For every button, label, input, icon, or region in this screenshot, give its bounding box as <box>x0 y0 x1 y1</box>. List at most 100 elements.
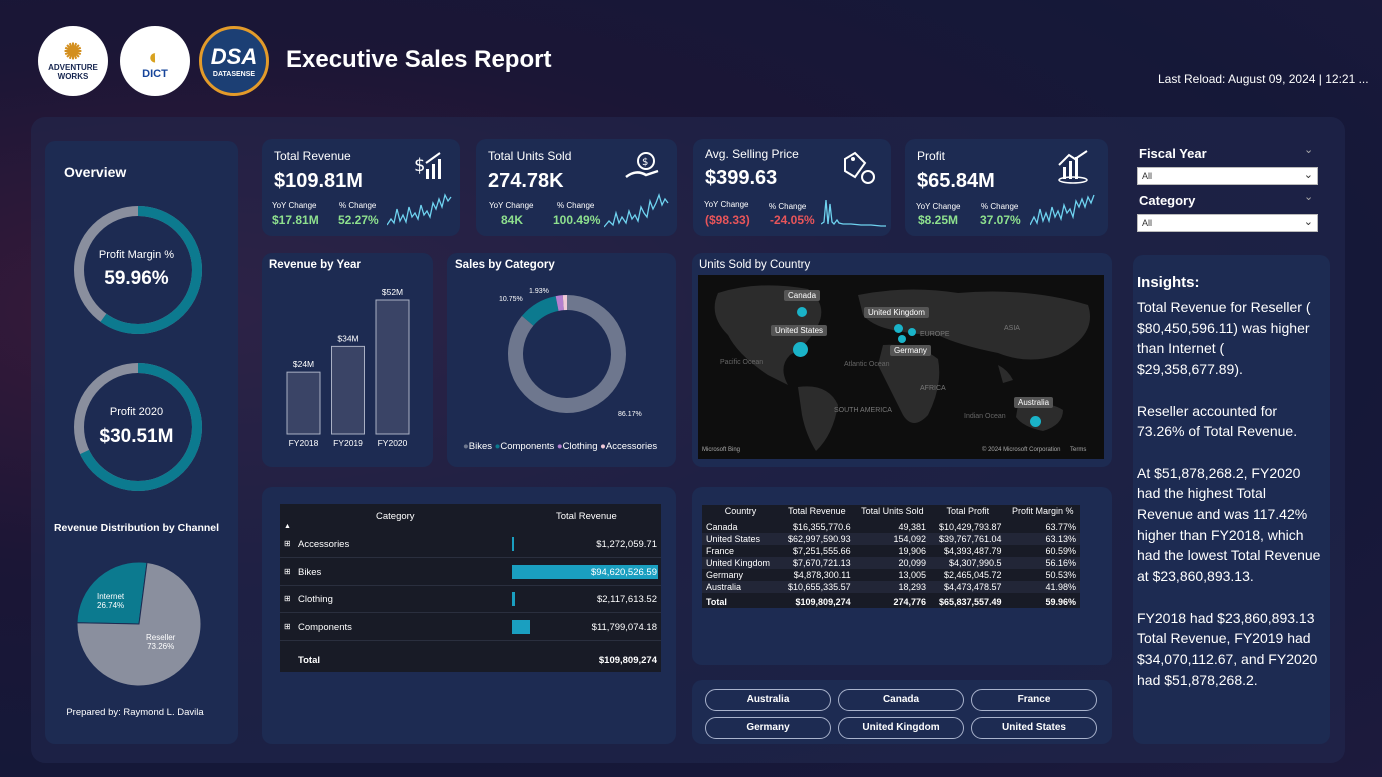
bar-category-label: FY2018 <box>289 438 319 448</box>
country-cell: France <box>706 546 735 556</box>
map-title: Units Sold by Country <box>699 259 811 271</box>
category-revenue: $11,799,074.18 <box>591 621 657 633</box>
country-row[interactable]: France $7,251,555.66 19,906 $4,393,487.79 60… <box>702 545 1080 557</box>
category-row[interactable]: ⊞ Bikes $94,620,526.59 <box>280 559 661 586</box>
bubble-canada[interactable] <box>797 307 807 317</box>
fiscal-year-dropdown[interactable]: All ⌄ <box>1137 167 1318 185</box>
country-cell: $7,670,721.13 <box>793 558 851 568</box>
category-row[interactable]: ⊞ Accessories $1,272,059.71 <box>280 531 661 558</box>
fiscal-year-clear-icon[interactable]: ⌄ <box>1304 143 1313 156</box>
expand-icon[interactable]: ⊞ <box>284 622 291 631</box>
kpi-value: $109.81M <box>274 170 363 192</box>
category-legend: ●Bikes ●Components ●Clothing ●Accessorie… <box>463 441 657 452</box>
map-terms-link[interactable]: Terms <box>1070 447 1086 453</box>
country-button-united-states[interactable]: United States <box>971 717 1097 739</box>
bubble-australia[interactable] <box>1030 416 1041 427</box>
category-table: Category Total Revenue ▲ ⊞ Accessories $… <box>280 504 661 672</box>
column-header[interactable]: Country <box>702 505 779 521</box>
kpi-value: $399.63 <box>705 167 778 189</box>
country-cell: $2,465,045.72 <box>944 570 1002 580</box>
pct-label: % Change <box>769 202 807 211</box>
legend-accessories: Accessories <box>605 441 658 452</box>
last-reload-label: Last Reload: August 09, 2024 | 12:21 ... <box>1158 72 1369 86</box>
expand-icon[interactable]: ⊞ <box>284 539 291 548</box>
bubble-france[interactable] <box>898 335 906 343</box>
category-label: Category <box>1139 193 1196 208</box>
reseller-pct: 73.26% <box>147 642 175 651</box>
country-cell: 60.59% <box>1045 546 1076 556</box>
country-button-germany[interactable]: Germany <box>705 717 831 739</box>
internet-pct: 26.74% <box>97 601 125 610</box>
bubble-germany[interactable] <box>908 328 916 336</box>
country-table: Country Total Revenue Total Units Sold T… <box>702 505 1080 608</box>
country-cell: $16,355,770.6 <box>793 522 851 532</box>
category-name: Components <box>298 621 352 633</box>
category-value: All <box>1142 218 1153 228</box>
world-map[interactable]: Pacific Ocean Atlantic Ocean Indian Ocea… <box>698 275 1104 459</box>
label-united-kingdom: United Kingdom <box>864 307 929 318</box>
units-sparkline <box>604 192 669 228</box>
country-button-canada[interactable]: Canada <box>838 689 964 711</box>
country-cell: 63.77% <box>1045 522 1076 532</box>
insights-text: Total Revenue for Reseller ( $80,450,596… <box>1137 297 1325 711</box>
category-name: Clothing <box>298 594 333 605</box>
pct-label: % Change <box>557 201 595 210</box>
pct-label: % Change <box>981 202 1019 211</box>
kpi-total-units: Total Units Sold 274.78K YoY Change % Ch… <box>476 139 677 236</box>
expand-icon[interactable]: ⊞ <box>284 594 291 603</box>
pct-value: -24.05% <box>770 213 815 227</box>
expand-icon[interactable]: ⊞ <box>284 567 291 576</box>
country-cell: 41.98% <box>1045 582 1076 592</box>
revenue-sparkline <box>387 193 452 226</box>
profit-sparkline <box>1030 194 1095 226</box>
map-label-asia: ASIA <box>1004 325 1020 332</box>
kpi-title: Profit <box>917 149 946 163</box>
category-dropdown[interactable]: All ⌄ <box>1137 214 1318 232</box>
channel-pie-chart <box>76 561 202 687</box>
sort-ascending-icon[interactable]: ▲ <box>284 523 291 530</box>
country-cell: 154,092 <box>893 534 927 544</box>
insight-paragraph: At $51,878,268.2, FY2020 had the highest… <box>1137 464 1321 585</box>
country-row[interactable]: Canada $16,355,770.6 49,381 $10,429,793.87 6… <box>702 521 1080 533</box>
bubble-united-states[interactable] <box>793 342 808 357</box>
category-row[interactable]: ⊞ Clothing $2,117,613.52 <box>280 586 661 613</box>
kpi-title: Total Revenue <box>274 149 351 163</box>
category-table-panel: Category Total Revenue ▲ ⊞ Accessories $… <box>262 487 676 744</box>
yoy-label: YoY Change <box>272 201 317 210</box>
column-header[interactable]: Total Profit <box>930 505 1006 521</box>
column-header[interactable]: Total Revenue <box>779 505 855 521</box>
revenue-bar-fy2020[interactable] <box>375 299 410 435</box>
legend-clothing: Clothing <box>562 441 598 452</box>
country-row[interactable]: Australia $10,655,335.57 18,293 $4,473,478.… <box>702 581 1080 593</box>
bubble-united-kingdom[interactable] <box>894 324 903 333</box>
revenue-bar-fy2019[interactable] <box>331 345 365 435</box>
column-header-category[interactable]: Category <box>376 511 415 522</box>
country-button-united-kingdom[interactable]: United Kingdom <box>838 717 964 739</box>
country-table-panel: Country Total Revenue Total Units Sold T… <box>692 487 1112 665</box>
svg-text:$: $ <box>642 157 648 168</box>
country-button-australia[interactable]: Australia <box>705 689 831 711</box>
column-header[interactable]: Profit Margin % <box>1006 505 1080 521</box>
country-row[interactable]: Germany $4,878,300.11 13,005 $2,465,045.72 5… <box>702 569 1080 581</box>
country-cell: $10,429,793.87 <box>939 522 1002 532</box>
column-header-total-revenue[interactable]: Total Revenue <box>556 511 617 522</box>
category-clear-icon[interactable]: ⌄ <box>1304 190 1313 203</box>
country-cell: 18,293 <box>898 582 927 592</box>
reseller-slice-label: Reseller 73.26% <box>146 633 175 651</box>
country-button-france[interactable]: France <box>971 689 1097 711</box>
category-row[interactable]: ⊞ Components $11,799,074.18 <box>280 614 661 641</box>
revenue-bar-fy2018[interactable] <box>286 371 321 435</box>
map-label-atlantic: Atlantic Ocean <box>844 361 890 368</box>
yoy-value: $17.81M <box>272 213 319 227</box>
country-cell: $4,878,300.11 <box>793 570 851 580</box>
country-row[interactable]: United Kingdom $7,670,721.13 20,099 $4,307,… <box>702 557 1080 569</box>
insight-paragraph: Reseller accounted for 73.26% of Total R… <box>1137 402 1298 440</box>
column-header[interactable]: Total Units Sold <box>855 505 930 521</box>
country-row[interactable]: United States $62,997,590.93 154,092 $39,76… <box>702 533 1080 545</box>
category-revenue: $2,117,613.52 <box>596 594 657 605</box>
svg-text:$: $ <box>414 155 425 176</box>
country-cell: $4,473,478.57 <box>944 582 1002 592</box>
kpi-value: $65.84M <box>917 170 995 192</box>
legend-bikes: Bikes <box>468 441 492 452</box>
yoy-label: YoY Change <box>489 201 534 210</box>
